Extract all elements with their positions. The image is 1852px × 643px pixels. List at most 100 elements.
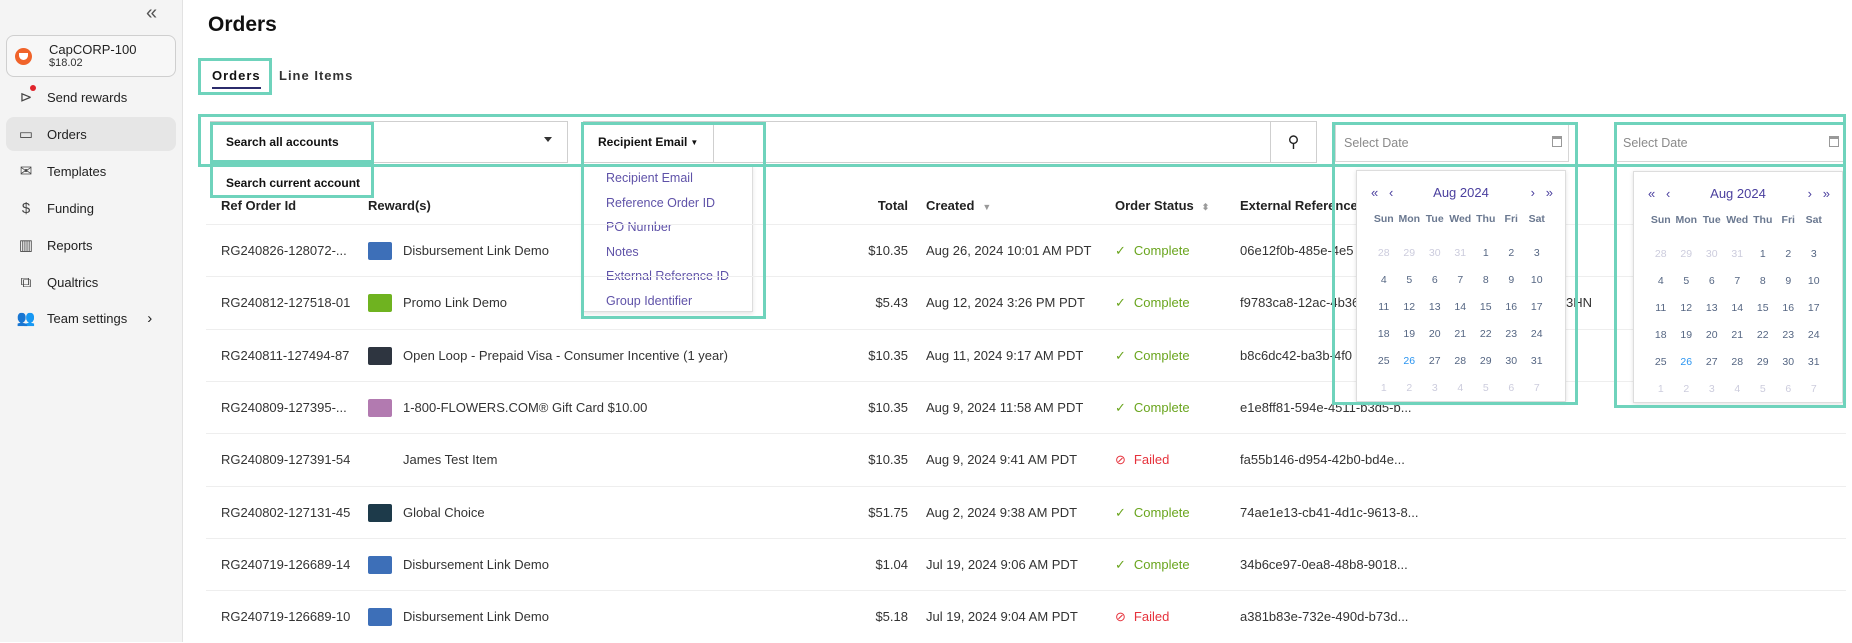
order-status: ✓ Complete — [1115, 487, 1190, 539]
order-total: $5.18 — [875, 609, 908, 625]
reward-thumbnail — [368, 346, 392, 365]
column-header-label: Order Status — [1115, 198, 1194, 213]
table-row[interactable]: RG240802-127131-45 Global Choice $51.75 Aug… — [206, 485, 1846, 539]
sort-desc-icon: ▼ — [982, 202, 992, 212]
order-created: Aug 9, 2024 9:41 AM PDT — [926, 452, 1078, 468]
table-row[interactable]: RG240809-127391-54 James Test Item $10.35 A… — [206, 433, 1846, 485]
ref-order-id[interactable]: RG240719-126689-14 — [221, 539, 350, 591]
reward-name: Open Loop - Prepaid Visa - Consumer Ince… — [403, 347, 728, 363]
reward-thumbnail — [368, 242, 392, 260]
sidebar-item-label: Team settings — [47, 310, 128, 326]
table-row[interactable]: RG240719-126689-14 Disbursement Link Demo… — [206, 537, 1846, 591]
highlight-box — [198, 114, 1846, 167]
check-icon: ✓ — [1115, 504, 1126, 520]
sidebar-item-orders[interactable]: ▭ Orders — [6, 117, 176, 151]
column-header-created[interactable]: Created ▼ — [926, 198, 991, 213]
reward-name: Global Choice — [403, 504, 485, 520]
sidebar-item-team-settings[interactable]: 👥 Team settings › — [6, 301, 176, 335]
table-row[interactable]: RG240826-128072-... Disbursement Link Dem… — [206, 224, 1846, 276]
status-label: Complete — [1133, 556, 1190, 572]
tab-orders[interactable]: Orders — [212, 68, 261, 89]
reward-name: James Test Item — [403, 452, 498, 468]
order-created: Jul 19, 2024 9:06 AM PDT — [926, 556, 1078, 572]
reward-name: Disbursement Link Demo — [403, 609, 549, 625]
qualtrics-icon: ⧉ — [20, 273, 32, 291]
table-row[interactable]: RG240719-126689-10 Disbursement Link Demo… — [206, 590, 1846, 642]
table-row[interactable]: RG240812-127518-01 Promo Link Demo $5.43 Au… — [206, 276, 1846, 328]
account-balance: $18.02 — [49, 57, 83, 69]
status-label: Failed — [1133, 452, 1170, 468]
external-reference: a381b83e-732e-490d-b73d... — [1240, 609, 1409, 625]
ref-order-id[interactable]: RG240719-126689-10 — [221, 591, 350, 643]
order-status: ✓ Complete — [1115, 539, 1190, 591]
order-status: ✓ Complete — [1115, 330, 1190, 382]
highlight-box — [581, 122, 766, 319]
notification-dot — [30, 85, 36, 91]
tab-line-items[interactable]: Line Items — [279, 68, 353, 83]
reward-thumbnail — [368, 503, 392, 522]
collapse-sidebar-icon[interactable]: « — [146, 2, 157, 25]
external-reference: fa55b146-d954-42b0-bd4e... — [1240, 452, 1405, 468]
order-total: $51.75 — [868, 504, 908, 520]
status-label: Complete — [1133, 295, 1190, 311]
sidebar-item-qualtrics[interactable]: ⧉ Qualtrics — [6, 265, 176, 299]
sidebar-item-templates[interactable]: ✉ Templates — [6, 154, 176, 188]
column-header-label: Created — [926, 198, 975, 213]
folder-icon: ▭ — [18, 126, 34, 143]
order-total: $10.35 — [868, 452, 908, 468]
ref-order-id[interactable]: RG240809-127395-... — [221, 382, 347, 434]
column-header-ref-order-id[interactable]: Ref Order Id — [221, 198, 296, 213]
order-status: ✓ Complete — [1115, 225, 1190, 277]
chevron-right-icon: › — [147, 309, 153, 327]
order-created: Aug 12, 2024 3:26 PM PDT — [926, 295, 1085, 311]
sidebar: « CapCORP-100 $18.02 ⊳ Send rewards ▭ Orde… — [0, 0, 183, 642]
external-reference: 74ae1e13-cb41-4d1c-9613-8... — [1240, 504, 1419, 520]
mail-icon: ✉ — [19, 163, 33, 180]
table-row[interactable]: RG240809-127395-... 1-800-FLOWERS.COM® Gi… — [206, 380, 1846, 434]
highlight-box — [1614, 122, 1846, 408]
table-row[interactable]: RG240811-127494-87 Open Loop - Prepaid Vi… — [206, 328, 1846, 382]
ref-order-id[interactable]: RG240809-127391-54 — [221, 434, 350, 486]
status-label: Complete — [1133, 504, 1190, 520]
order-created: Aug 11, 2024 9:17 AM PDT — [926, 347, 1084, 363]
order-status: ✓ Complete — [1115, 277, 1190, 329]
team-icon: 👥 — [16, 310, 36, 327]
status-label: Failed — [1133, 609, 1170, 625]
column-header-rewards[interactable]: Reward(s) — [368, 198, 431, 213]
ref-order-id[interactable]: RG240802-127131-45 — [221, 487, 350, 539]
sidebar-item-label: Qualtrics — [47, 274, 99, 290]
sidebar-item-label: Funding — [47, 200, 94, 216]
sidebar-item-send-rewards[interactable]: ⊳ Send rewards — [6, 80, 176, 114]
sidebar-item-reports[interactable]: ▥ Reports — [6, 228, 176, 262]
dollar-icon: $ — [21, 199, 31, 217]
order-total: $10.35 — [868, 243, 908, 258]
ref-order-id[interactable]: RG240811-127494-87 — [221, 330, 349, 382]
column-header-total[interactable]: Total — [850, 198, 908, 213]
highlight-box — [1332, 122, 1578, 405]
account-switcher[interactable]: CapCORP-100 $18.02 — [6, 35, 176, 77]
sidebar-item-label: Orders — [47, 126, 87, 142]
check-icon: ✓ — [1115, 347, 1126, 363]
failed-icon: ⊘ — [1115, 609, 1126, 625]
reward-name: 1-800-FLOWERS.COM® Gift Card $10.00 — [403, 399, 648, 415]
sort-icon: ⬍ — [1201, 202, 1210, 212]
order-total: $10.35 — [868, 347, 908, 363]
sidebar-item-funding[interactable]: $ Funding — [6, 191, 176, 225]
column-header-order-status[interactable]: Order Status ⬍ — [1115, 198, 1209, 213]
sidebar-item-label: Templates — [47, 163, 107, 179]
check-icon: ✓ — [1115, 399, 1126, 415]
account-name: CapCORP-100 — [49, 42, 137, 57]
external-reference: 34b6ce97-0ea8-48b8-9018... — [1240, 556, 1408, 572]
check-icon: ✓ — [1115, 295, 1126, 311]
ref-order-id[interactable]: RG240812-127518-01 — [221, 277, 350, 329]
reward-thumbnail — [368, 398, 392, 417]
check-icon: ✓ — [1115, 556, 1126, 572]
sidebar-item-label: Reports — [47, 237, 93, 253]
reward-thumbnail — [368, 555, 392, 574]
failed-icon: ⊘ — [1115, 452, 1126, 468]
order-created: Jul 19, 2024 9:04 AM PDT — [926, 609, 1078, 625]
order-total: $5.43 — [875, 295, 908, 311]
order-created: Aug 26, 2024 10:01 AM PDT — [926, 243, 1092, 258]
ref-order-id[interactable]: RG240826-128072-... — [221, 225, 347, 277]
highlight-box — [210, 122, 374, 163]
